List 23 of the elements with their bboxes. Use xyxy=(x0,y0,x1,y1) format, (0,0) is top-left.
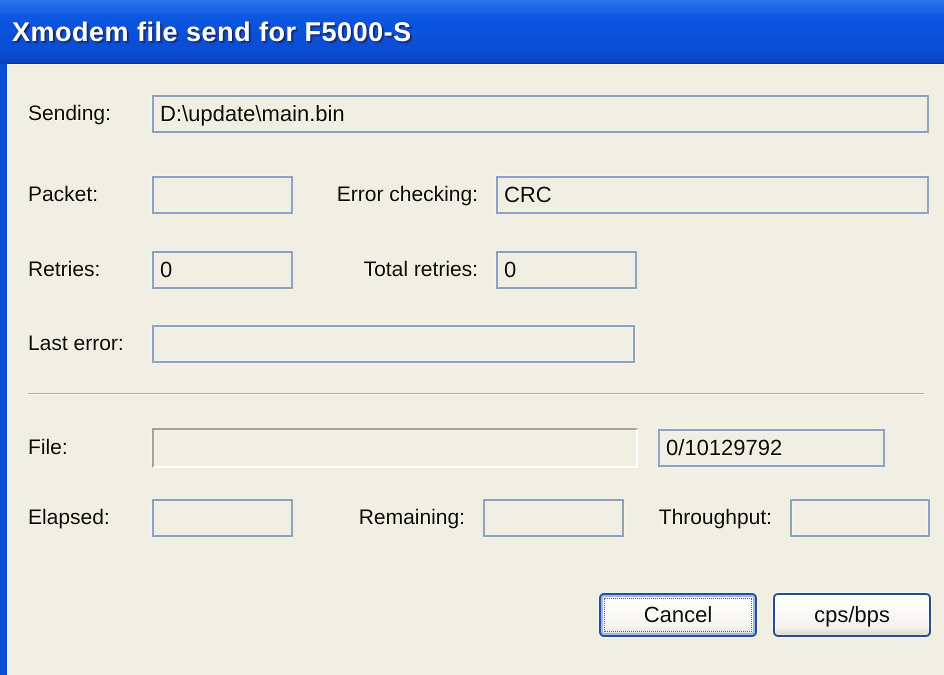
text-field[interactable] xyxy=(483,499,624,537)
text-field[interactable] xyxy=(152,325,635,363)
text-field[interactable] xyxy=(152,176,293,214)
rate-toggle-button[interactable]: cps/bps xyxy=(773,593,931,637)
field-label: Error checking: xyxy=(336,183,479,207)
text-field[interactable]: D:\update\main.bin xyxy=(152,95,929,133)
cancel-button[interactable]: Cancel xyxy=(599,593,757,637)
text-field[interactable] xyxy=(790,499,930,537)
text-field[interactable]: CRC xyxy=(496,176,929,214)
field-label: Elapsed: xyxy=(28,506,111,530)
field-label: Sending: xyxy=(28,102,112,126)
window-title: Xmodem file send for F5000-S xyxy=(12,16,412,48)
text-field[interactable]: 0 xyxy=(152,251,293,289)
field-label: Total retries: xyxy=(362,258,479,282)
text-field[interactable] xyxy=(152,499,293,537)
text-field[interactable]: 0/10129792 xyxy=(658,429,885,467)
field-label: Packet: xyxy=(28,183,100,207)
field-label: Retries: xyxy=(28,258,102,282)
field-label: Throughput: xyxy=(658,506,773,530)
field-label: Remaining: xyxy=(358,506,466,530)
text-field[interactable]: 0 xyxy=(496,251,637,289)
field-label: File: xyxy=(28,436,69,460)
field-label: Last error: xyxy=(28,332,125,356)
